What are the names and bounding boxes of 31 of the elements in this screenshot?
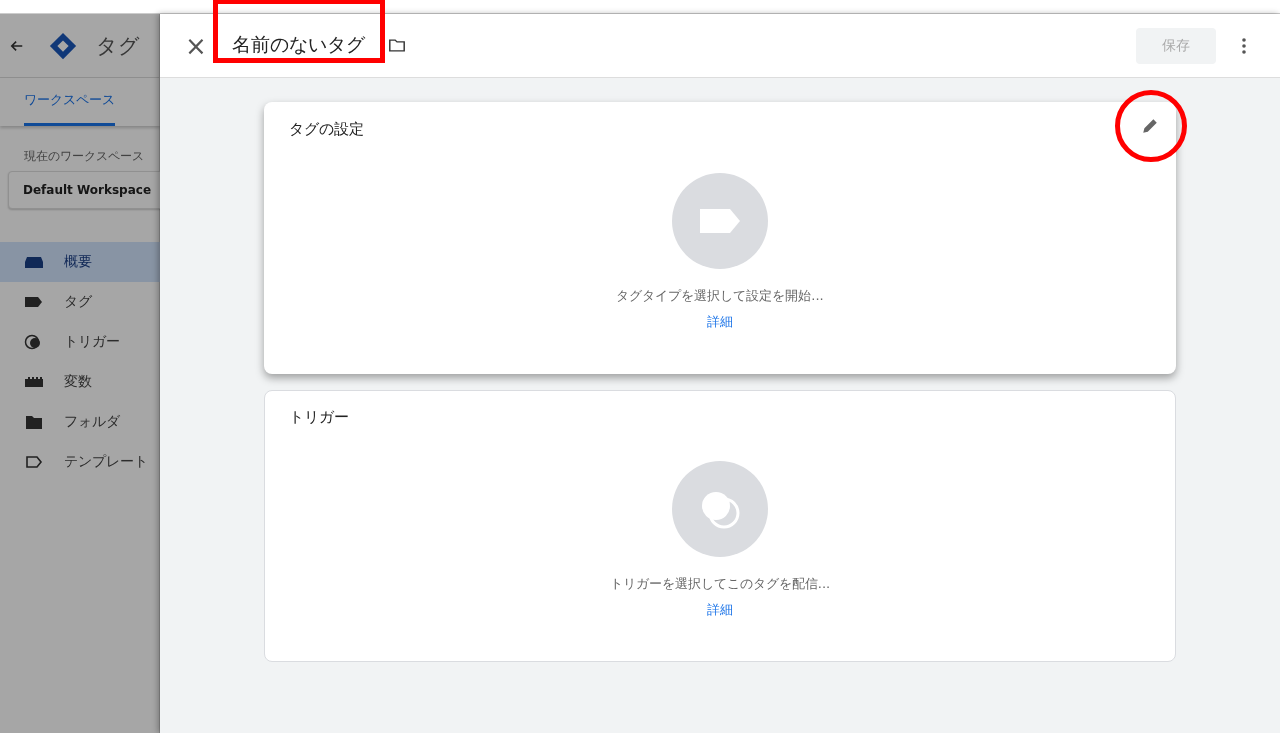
card-title: トリガー — [289, 408, 349, 427]
nav-item[interactable]: 概要 — [0, 242, 160, 282]
back-arrow-icon[interactable] — [10, 38, 24, 53]
app-title: タグ — [96, 32, 140, 60]
close-button[interactable]: × — [184, 32, 208, 59]
card-title: タグの設定 — [289, 120, 364, 139]
details-link[interactable]: 詳細 — [707, 313, 733, 331]
workspace-tab[interactable]: ワークスペース — [24, 91, 115, 126]
tag-icon — [24, 294, 44, 310]
workspace-label: 現在のワークスペース — [24, 148, 145, 165]
nav-item[interactable]: タグ — [0, 282, 160, 322]
folder-icon[interactable] — [388, 38, 406, 53]
trigger-card[interactable]: トリガー トリガーを選択してこのタグを配信... 詳細 — [264, 390, 1176, 662]
more-menu-icon[interactable] — [1242, 37, 1246, 54]
details-link[interactable]: 詳細 — [707, 601, 733, 619]
workspace-selector[interactable]: Default Workspace — [8, 171, 160, 209]
circles-placeholder-icon — [672, 461, 768, 557]
tag-config-card[interactable]: タグの設定 タグタイプを選択して設定を開始... 詳細 — [264, 102, 1176, 374]
folder-icon — [24, 414, 44, 430]
card-prompt: トリガーを選択してこのタグを配信... — [609, 575, 831, 593]
nav-item[interactable]: トリガー — [0, 322, 160, 362]
blocks-icon — [24, 374, 44, 390]
pencil-icon[interactable] — [1141, 117, 1159, 135]
tag-outline-icon — [24, 454, 44, 470]
card-prompt: タグタイプを選択して設定を開始... — [616, 287, 824, 305]
nav-item[interactable]: 変数 — [0, 362, 160, 402]
tag-placeholder-icon — [672, 173, 768, 269]
nav-item[interactable]: テンプレート — [0, 442, 160, 482]
inbox-icon — [24, 254, 44, 270]
diamond-logo-icon — [48, 30, 78, 61]
nav-item[interactable]: フォルダ — [0, 402, 160, 442]
